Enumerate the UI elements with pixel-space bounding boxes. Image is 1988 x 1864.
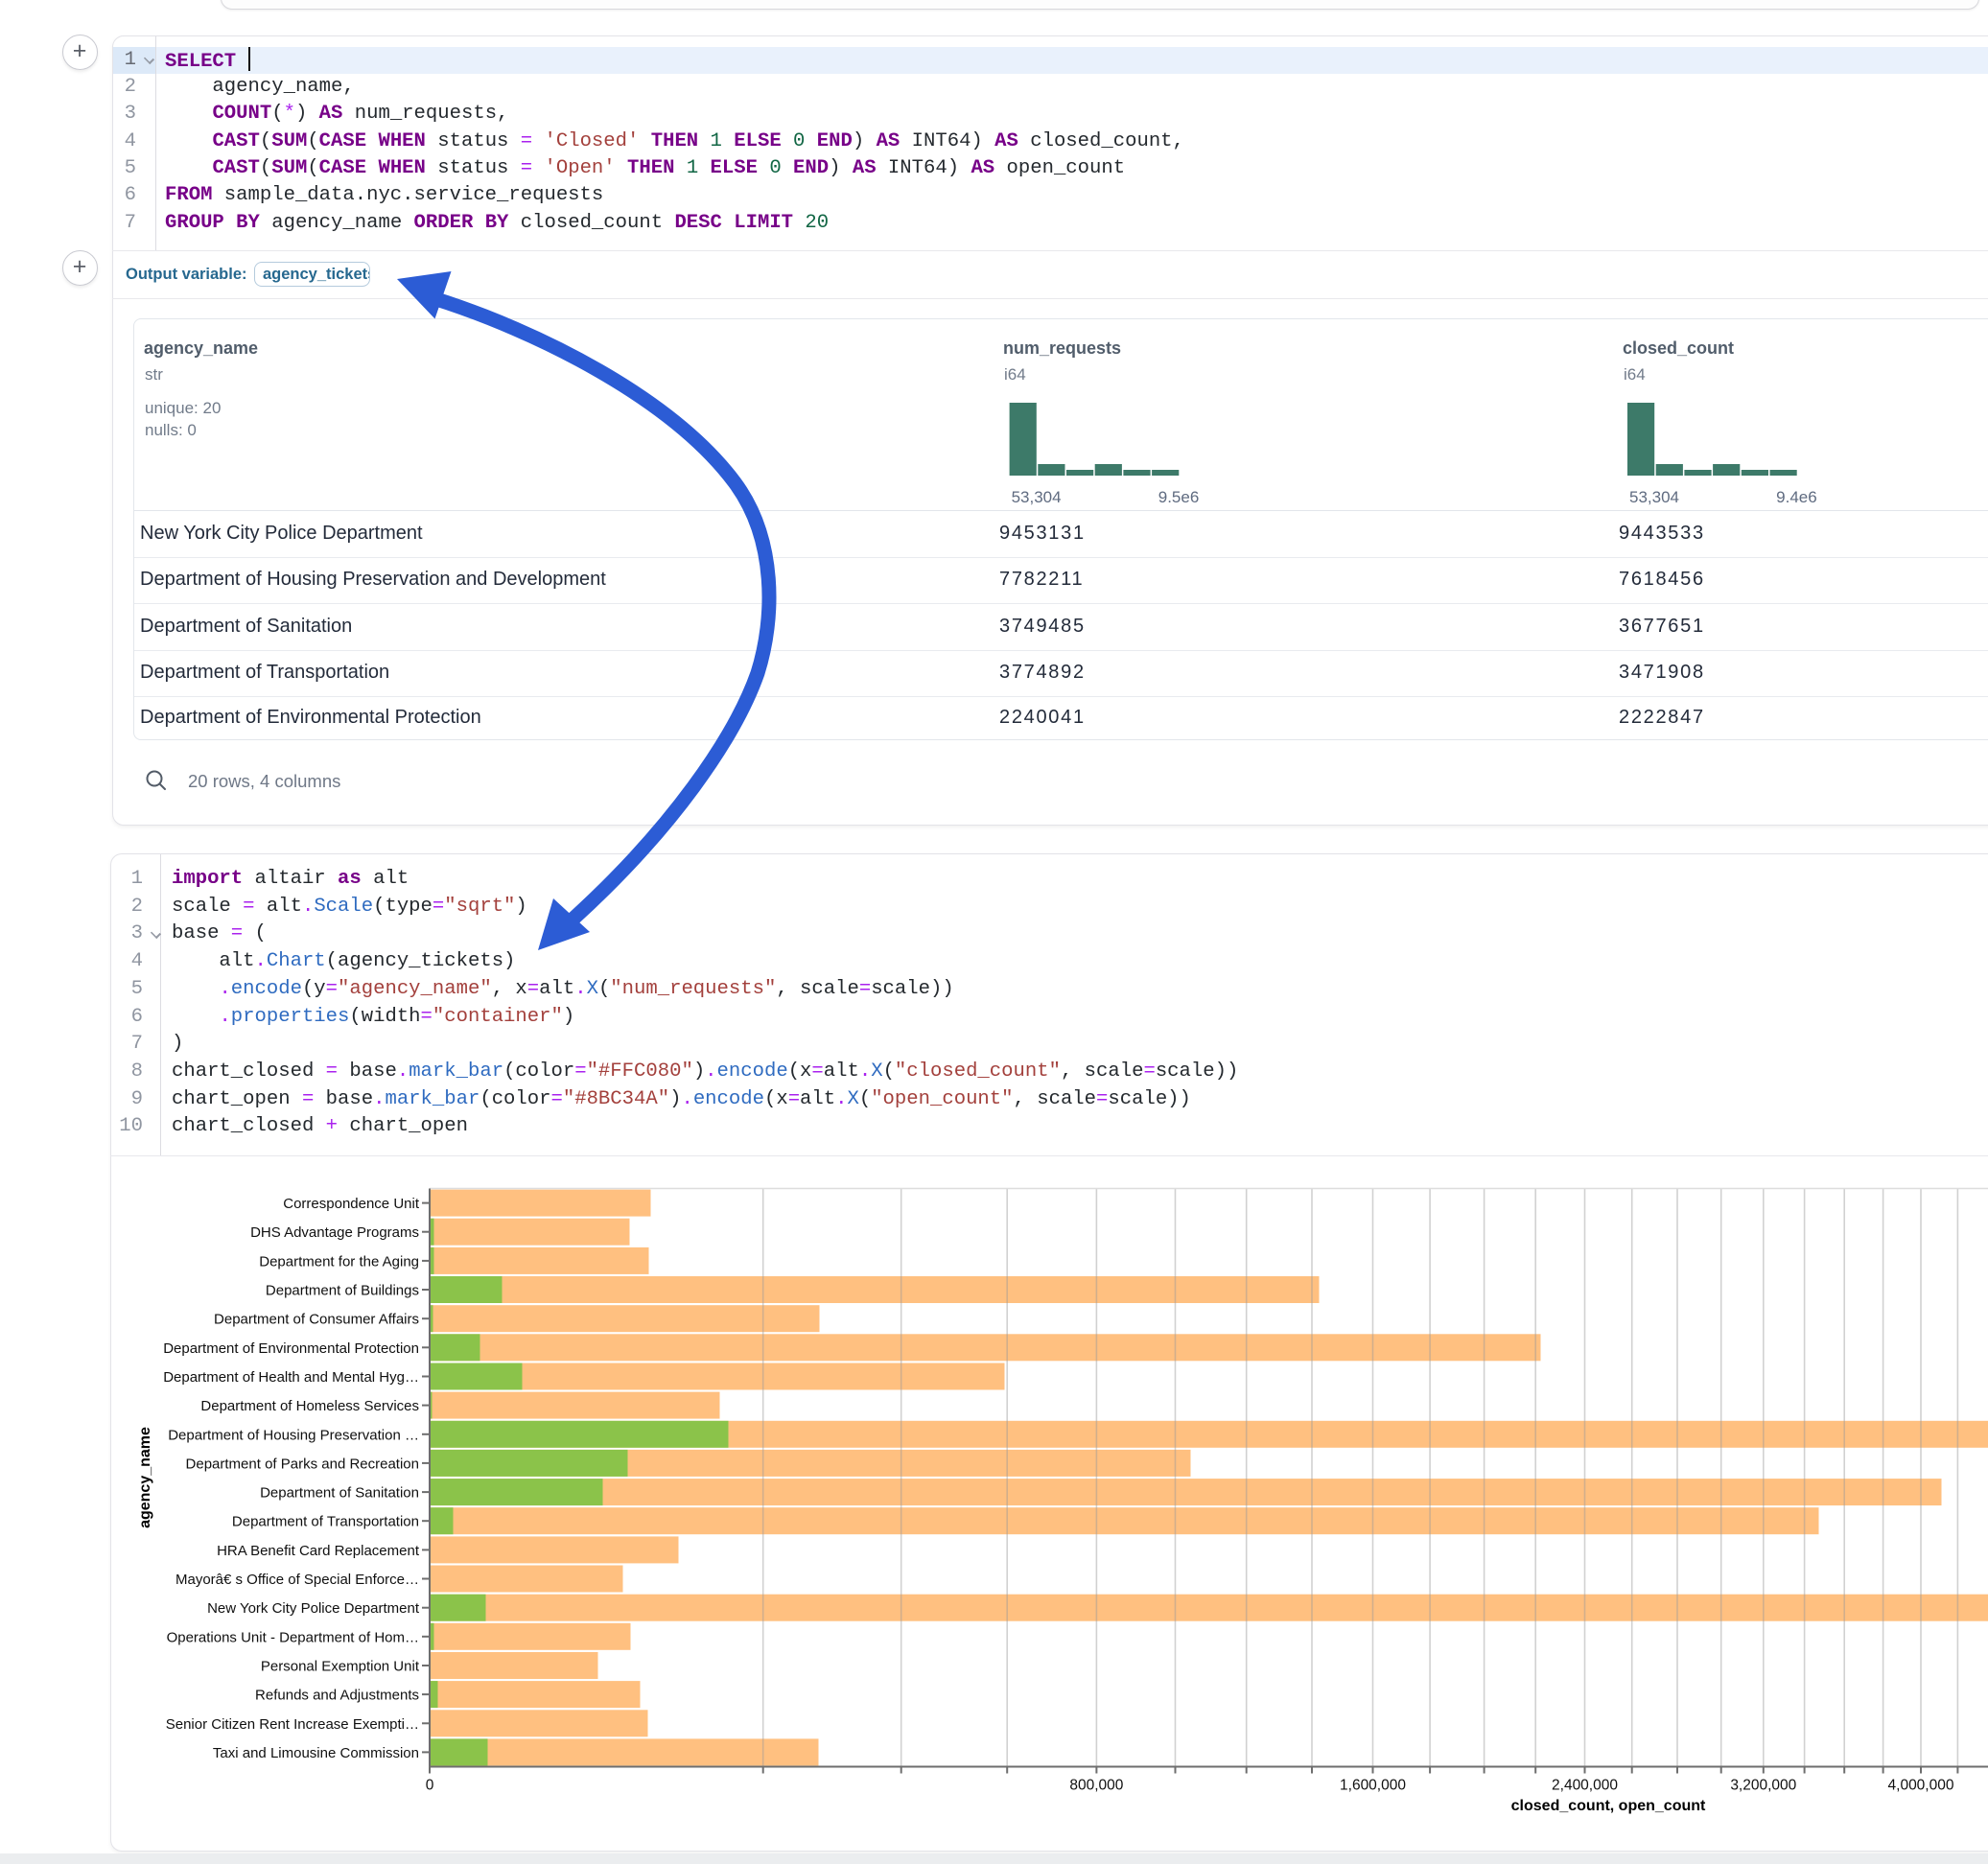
svg-text:2,400,000: 2,400,000 — [1552, 1778, 1618, 1794]
svg-text:Department of Homeless Service: Department of Homeless Services — [200, 1398, 419, 1414]
svg-text:Operations Unit - Department o: Operations Unit - Department of Hom… — [167, 1629, 419, 1645]
svg-text:Department of Housing Preserva: Department of Housing Preservation … — [168, 1427, 419, 1443]
svg-text:agency_name: agency_name — [137, 1427, 153, 1528]
svg-text:New York City Police Departmen: New York City Police Department — [207, 1600, 420, 1617]
svg-text:53,304: 53,304 — [1629, 488, 1679, 506]
svg-text:Correspondence Unit: Correspondence Unit — [283, 1196, 420, 1212]
svg-text:9.5e6: 9.5e6 — [1158, 488, 1200, 506]
svg-text:Department of Health and Menta: Department of Health and Mental Hyg… — [163, 1369, 419, 1386]
svg-text:Department of Environmental Pr: Department of Environmental Protection — [163, 1340, 419, 1357]
svg-text:Taxi and Limousine Commission: Taxi and Limousine Commission — [213, 1745, 419, 1761]
svg-text:Department of Consumer Affairs: Department of Consumer Affairs — [214, 1312, 419, 1328]
svg-text:Department of Sanitation: Department of Sanitation — [260, 1485, 419, 1502]
svg-text:800,000: 800,000 — [1069, 1778, 1123, 1794]
svg-text:Department of Parks and Recrea: Department of Parks and Recreation — [186, 1456, 419, 1472]
svg-text:9.4e6: 9.4e6 — [1776, 488, 1817, 506]
svg-text:closed_count, open_count: closed_count, open_count — [1511, 1798, 1706, 1814]
svg-text:Senior Citizen Rent Increase E: Senior Citizen Rent Increase Exempti… — [166, 1716, 419, 1733]
svg-text:Personal Exemption Unit: Personal Exemption Unit — [261, 1659, 420, 1675]
svg-text:DHS Advantage Programs: DHS Advantage Programs — [250, 1224, 419, 1241]
svg-text:4,000,000: 4,000,000 — [1888, 1778, 1954, 1794]
svg-text:53,304: 53,304 — [1012, 488, 1062, 506]
svg-text:HRA Benefit Card Replacement: HRA Benefit Card Replacement — [217, 1543, 420, 1559]
svg-text:Mayorâ€ s Office of Special En: Mayorâ€ s Office of Special Enforce… — [175, 1572, 419, 1588]
svg-text:Department of Buildings: Department of Buildings — [266, 1283, 419, 1299]
svg-text:1,600,000: 1,600,000 — [1340, 1778, 1406, 1794]
svg-text:3,200,000: 3,200,000 — [1730, 1778, 1796, 1794]
svg-text:Department for the Aging: Department for the Aging — [259, 1253, 419, 1270]
svg-text:0: 0 — [426, 1778, 434, 1794]
svg-text:Department of Transportation: Department of Transportation — [232, 1514, 419, 1530]
svg-text:Refunds and Adjustments: Refunds and Adjustments — [255, 1688, 419, 1704]
